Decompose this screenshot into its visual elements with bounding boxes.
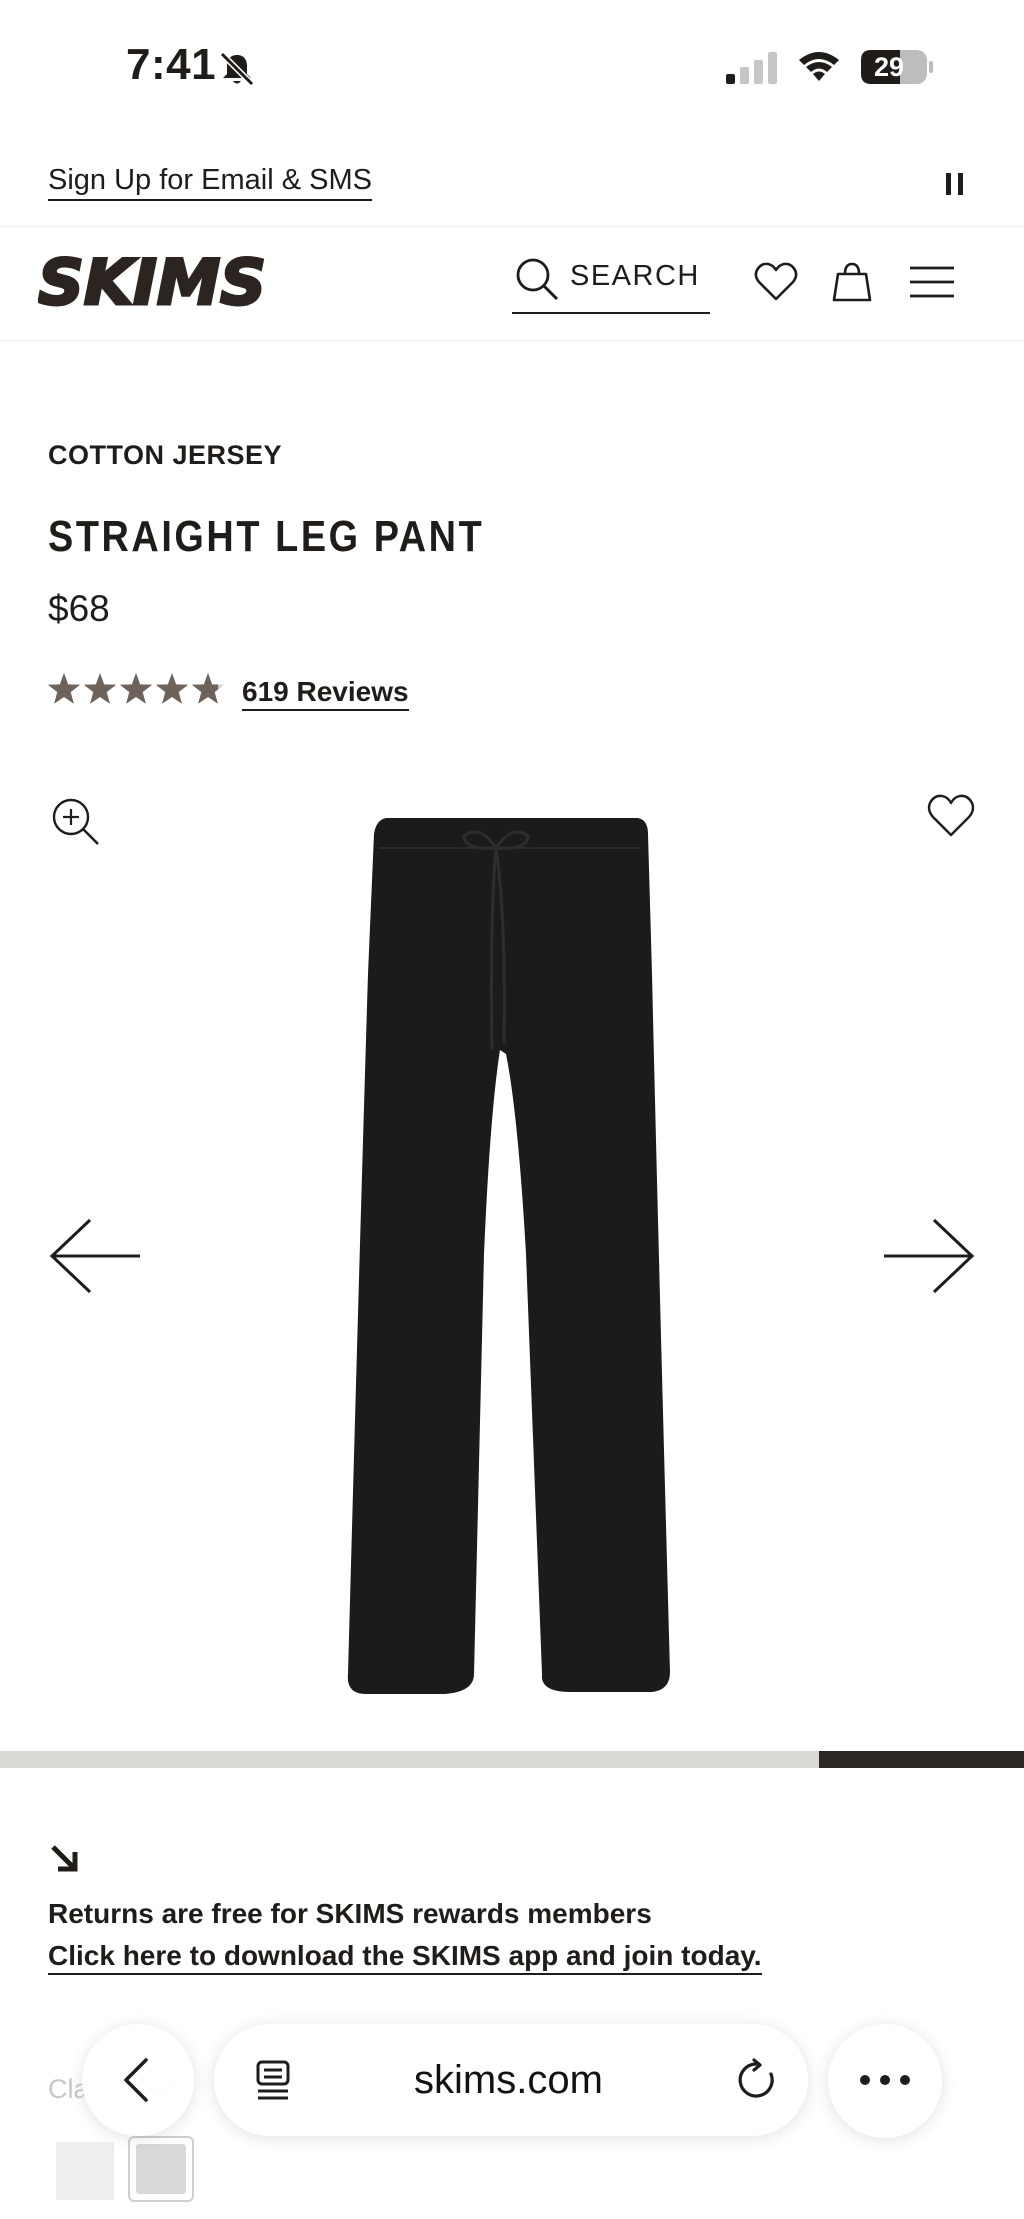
star-icon xyxy=(119,673,153,704)
zoom-in-icon[interactable] xyxy=(50,796,102,848)
battery-indicator: 29 xyxy=(860,48,934,86)
silent-bell-icon xyxy=(219,51,255,87)
search-button[interactable]: SEARCH xyxy=(512,252,710,314)
previous-image-arrow-icon[interactable] xyxy=(48,1216,142,1296)
reviews-link[interactable]: 619 Reviews xyxy=(242,676,409,711)
header-divider xyxy=(0,340,1024,341)
search-label: SEARCH xyxy=(570,260,700,292)
star-icon xyxy=(83,673,117,704)
shopping-bag-icon[interactable] xyxy=(828,258,876,306)
wifi-icon xyxy=(799,52,839,81)
brand-logo-mark: SKIMS xyxy=(37,245,268,321)
skims-logo[interactable]: SKIMS xyxy=(37,245,270,321)
email-sms-signup-link[interactable]: Sign Up for Email & SMS xyxy=(48,164,372,201)
brand-logo-text: SKIMS xyxy=(38,248,266,314)
menu-icon[interactable] xyxy=(908,258,956,306)
pause-icon[interactable] xyxy=(944,170,966,198)
reload-icon[interactable] xyxy=(734,2058,778,2102)
browser-back-button[interactable] xyxy=(82,2024,194,2136)
returns-message: Returns are free for SKIMS rewards membe… xyxy=(48,1898,652,1929)
promo-divider xyxy=(0,226,1024,227)
add-to-wishlist-heart-icon[interactable] xyxy=(926,792,976,840)
browser-more-button[interactable] xyxy=(828,2024,942,2138)
download-app-link[interactable]: Click here to download the SKIMS app and… xyxy=(48,1940,762,1975)
chevron-left-icon xyxy=(124,2058,148,2102)
next-image-arrow-icon[interactable] xyxy=(882,1216,976,1296)
browser-address-bar[interactable]: skims.com xyxy=(214,2024,808,2136)
swatch-fill xyxy=(136,2144,186,2194)
gallery-progress-fill xyxy=(819,1751,1024,1768)
product-price: $68 xyxy=(48,588,110,629)
tab-overview-icon[interactable] xyxy=(252,2058,296,2102)
browser-url[interactable]: skims.com xyxy=(414,2058,603,2103)
star-icon xyxy=(155,673,189,704)
search-icon xyxy=(516,258,559,301)
status-time: 7:41 xyxy=(126,40,217,89)
rating-stars xyxy=(47,673,225,704)
product-image-pants[interactable] xyxy=(340,814,680,1698)
arrow-down-right-icon xyxy=(51,1845,78,1872)
product-collection: COTTON JERSEY xyxy=(48,440,283,470)
signal-icon xyxy=(726,52,777,84)
wishlist-heart-icon[interactable] xyxy=(752,258,800,306)
color-swatch-selected[interactable] xyxy=(128,2136,194,2202)
star-icon xyxy=(47,673,81,704)
more-dots-icon xyxy=(860,2075,910,2085)
color-swatch[interactable] xyxy=(56,2142,114,2200)
battery-level: 29 xyxy=(874,52,905,82)
gallery-progress-bar xyxy=(0,1751,1024,1768)
product-title: STRAIGHT LEG PANT xyxy=(48,512,485,561)
